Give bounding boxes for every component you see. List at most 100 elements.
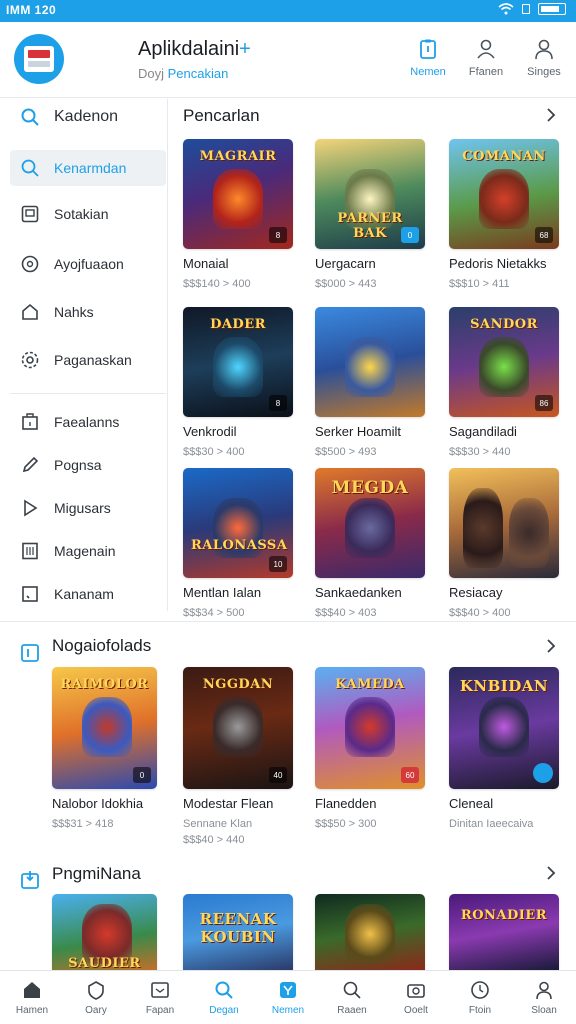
game-meta: $$$50 > 300 [315, 818, 377, 830]
sidebar-item-ayojfuaaon[interactable]: Ayojfuaaon [10, 246, 166, 282]
game-card[interactable]: RONADIER [449, 894, 559, 970]
section-icon [21, 644, 39, 662]
game-thumbnail [315, 307, 425, 417]
game-art-title: MAGRAIR [199, 149, 277, 164]
nav-label: Ftoin [468, 1004, 492, 1016]
sidebar-item-label: Magenain [54, 543, 116, 559]
game-name: Cleneal [449, 796, 494, 811]
check-square-icon [22, 586, 38, 602]
game-card[interactable] [315, 894, 425, 970]
nav-item-nemen[interactable]: Nemen [256, 971, 320, 1024]
game-meta: $$500 > 493 [315, 446, 377, 458]
nav-item-degan[interactable]: Degan [192, 971, 256, 1024]
status-icons [498, 3, 566, 15]
search-icon [21, 108, 39, 126]
game-art-title: COMANAN [462, 149, 546, 164]
game-name: Pedoris Nietakks [449, 256, 547, 271]
game-card[interactable]: PARNER BAK 0 Uergacarn $$000 > 443 [315, 139, 425, 290]
nav-item-hamen[interactable]: Hamen [0, 971, 64, 1024]
game-thumbnail: SANDOR 86 [449, 307, 559, 417]
subtitle-prefix: Doyj [138, 66, 165, 81]
game-thumbnail: KAMEDA 60 [315, 667, 425, 789]
game-meta: $$$40 > 400 [449, 607, 511, 619]
game-name: Venkrodil [183, 424, 237, 439]
game-thumbnail: DADER 8 [183, 307, 293, 417]
chevron-right-icon[interactable] [544, 639, 558, 653]
person-icon [536, 981, 552, 999]
game-name: Nalobor Idokhia [52, 796, 144, 811]
search-icon [343, 981, 361, 999]
shield-icon [88, 980, 104, 1000]
game-card[interactable]: Serker Hoamilt $$500 > 493 [315, 307, 425, 458]
chevron-right-icon[interactable] [544, 866, 558, 880]
sidebar-item-label: Kananam [54, 586, 114, 602]
sidebar-item-migusars[interactable]: Migusars [10, 490, 166, 526]
game-card[interactable]: DADER 8 Venkrodil $$$30 > 400 [183, 307, 293, 458]
sidebar-item-label: Migusars [54, 500, 111, 516]
sim-icon [522, 4, 530, 14]
sidebar-search[interactable]: Kadenon [10, 99, 166, 135]
game-meta: Dinitan Iaeecaiva [449, 818, 534, 830]
game-name: Uergacarn [315, 256, 376, 271]
header-action-ffanen[interactable]: Ffanen [466, 38, 506, 78]
nav-item-oary[interactable]: Oary [64, 971, 128, 1024]
sidebar-item-kenarmdan[interactable]: Kenarmdan [10, 150, 166, 186]
nav-item-sloan[interactable]: Sloan [512, 971, 576, 1024]
sidebar-divider [10, 393, 166, 394]
game-thumbnail: NGGDAN 40 [183, 667, 293, 789]
game-card[interactable]: SAUDIER [52, 894, 157, 970]
nav-label: Degan [209, 1004, 239, 1016]
subtitle-accent[interactable]: Pencakian [168, 66, 229, 81]
nav-label: Oary [85, 1004, 107, 1016]
nav-label: Fapan [145, 1004, 175, 1016]
game-card[interactable]: NGGDAN 40 Modestar Flean Sennane Klan $$… [183, 667, 293, 846]
tablet-icon [21, 205, 39, 223]
header-action-singes[interactable]: Singes [524, 38, 564, 78]
header-action-label: Singes [527, 66, 561, 78]
sidebar-item-faealanns[interactable]: Faealanns [10, 404, 166, 440]
sidebar-item-nahks[interactable]: Nahks [10, 294, 166, 330]
app-title-text: Aplikdalaini [138, 38, 240, 60]
game-meta: $$$34 > 500 [183, 607, 245, 619]
game-card[interactable]: REENAK KOUBIN [183, 894, 293, 970]
game-card[interactable]: RAIMOLOR 0 Nalobor Idokhia $$$31 > 418 [52, 667, 157, 830]
sidebar-item-pognsa[interactable]: Pognsa [10, 447, 166, 483]
sidebar-item-label: Nahks [54, 304, 94, 320]
section-title-pencarlan: Pencarlan [183, 106, 260, 125]
game-card[interactable]: RALONASSA 10 Mentlan Ialan $$$34 > 500 [183, 468, 293, 619]
chevron-right-icon[interactable] [544, 108, 558, 122]
header-action-nemen[interactable]: Nemen [408, 38, 448, 78]
sidebar-item-sotakian[interactable]: Sotakian [10, 196, 166, 232]
game-thumbnail [315, 894, 425, 970]
game-card[interactable]: COMANAN 68 Pedoris Nietakks $$$10 > 411 [449, 139, 559, 290]
add-icon[interactable]: + [239, 38, 251, 60]
game-card[interactable]: MEGDA Sankaedanken $$$40 > 403 [315, 468, 425, 619]
header-actions: Nemen Ffanen Singes [408, 38, 564, 78]
game-name: Resiacay [449, 585, 503, 600]
game-card[interactable]: MAGRAIR 8 Monaial $$$140 > 400 [183, 139, 293, 290]
game-card[interactable]: KAMEDA 60 Flanedden $$$50 > 300 [315, 667, 425, 830]
game-art-title: MEGDA [331, 478, 409, 498]
game-art-title: KAMEDA [335, 677, 405, 692]
game-meta: $$$40 > 403 [315, 607, 377, 619]
game-card[interactable]: SANDOR 86 Sagandiladi $$$30 > 440 [449, 307, 559, 458]
nav-item-raaen[interactable]: Raaen [320, 971, 384, 1024]
nav-item-ooelt[interactable]: Ooelt [384, 971, 448, 1024]
nav-item-ftoin[interactable]: Ftoin [448, 971, 512, 1024]
game-card[interactable]: Resiacay $$$40 > 400 [449, 468, 559, 619]
nav-item-fapan[interactable]: Fapan [128, 971, 192, 1024]
header-action-label: Nemen [410, 66, 446, 78]
app-logo[interactable] [14, 34, 64, 84]
game-card[interactable]: KNBIDAN Cleneal Dinitan Iaeecaiva [449, 667, 559, 830]
game-name: Sagandiladi [449, 424, 517, 439]
sidebar-item-magenain[interactable]: Magenain [10, 533, 166, 569]
sidebar-item-paganaskan[interactable]: Paganaskan [10, 342, 166, 378]
section-title-pngminana: PngmiNana [52, 864, 141, 883]
sidebar-item-label: Pognsa [54, 457, 102, 473]
game-name: Modestar Flean [183, 796, 274, 811]
sidebar-item-kananam[interactable]: Kananam [10, 576, 166, 612]
game-meta: $$$30 > 400 [183, 446, 245, 458]
home-icon [22, 303, 38, 320]
game-badge: 8 [269, 395, 287, 411]
nav-label: Raaen [337, 1004, 367, 1016]
